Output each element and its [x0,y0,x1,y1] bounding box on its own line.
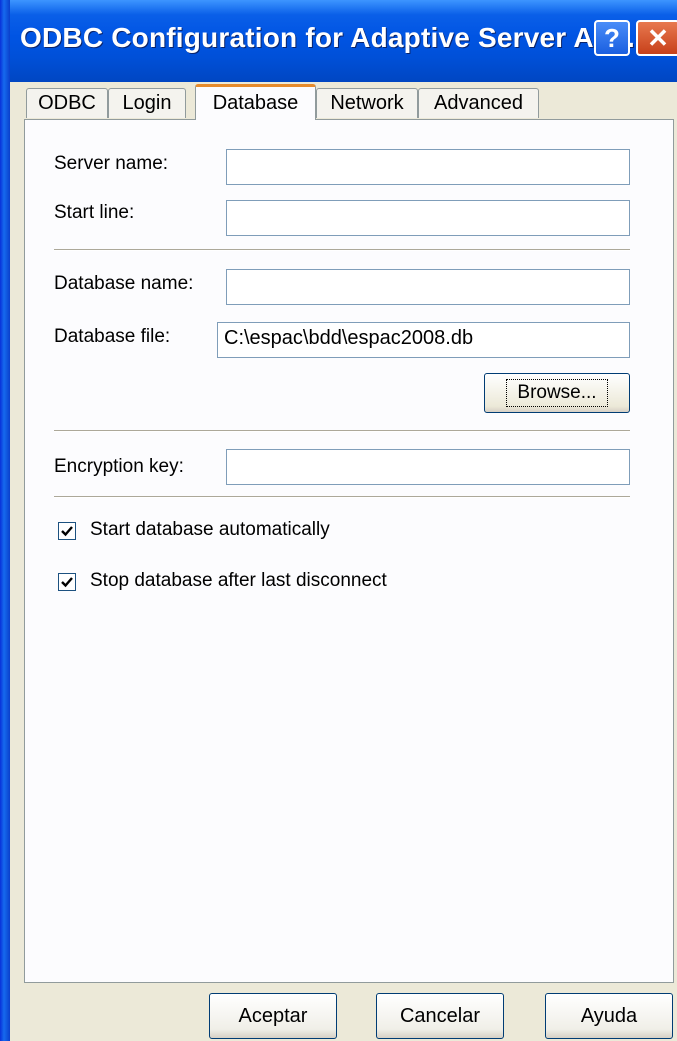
server-name-input[interactable] [226,149,630,185]
tab-odbc[interactable]: ODBC [26,88,108,118]
stop-after-checkbox[interactable] [58,573,76,591]
title-bar[interactable]: ODBC Configuration for Adaptive Server A… [0,0,677,82]
close-icon: ✕ [647,22,669,53]
database-name-input[interactable] [226,269,630,305]
tab-advanced[interactable]: Advanced [418,88,539,118]
start-line-input[interactable] [226,200,630,236]
start-auto-checkbox[interactable] [58,522,76,540]
close-button[interactable]: ✕ [636,20,677,56]
tab-network-label: Network [330,92,404,114]
encryption-key-label: Encryption key: [54,456,184,477]
server-name-label: Server name: [54,153,169,174]
tab-odbc-label: ODBC [38,92,96,114]
database-file-label: Database file: [54,326,171,347]
database-name-label: Database name: [54,273,194,294]
cancel-button[interactable]: Cancelar [376,993,504,1039]
help-dialog-button[interactable]: Ayuda [545,993,673,1039]
window-title: ODBC Configuration for Adaptive Server A… [20,22,635,53]
encryption-key-input[interactable] [226,449,630,485]
tab-advanced-label: Advanced [434,92,523,114]
browse-button-label: Browse... [506,379,608,407]
tab-login[interactable]: Login [108,88,186,118]
separator [54,249,630,251]
tab-database[interactable]: Database [195,84,316,120]
help-icon: ? [604,22,620,53]
checkmark-icon [61,577,73,588]
cancel-button-label: Cancelar [399,1004,481,1027]
start-auto-label[interactable]: Start database automatically [90,519,330,541]
database-tab-panel: Server name: Start line: Database name: … [24,119,674,983]
database-file-input[interactable]: C:\espac\bdd\espac2008.db [217,322,630,358]
separator [54,430,630,432]
stop-after-label[interactable]: Stop database after last disconnect [90,570,387,592]
help-dialog-button-label: Ayuda [580,1004,638,1027]
tab-database-label: Database [212,92,299,114]
help-button[interactable]: ? [594,20,630,56]
odbc-config-dialog: ODBC Configuration for Adaptive Server A… [0,0,677,1041]
browse-button[interactable]: Browse... [484,373,630,413]
dialog-client-area: ODBC Login Database Network Advanced Ser… [10,82,677,1041]
window-frame-left [0,0,10,1041]
tab-login-label: Login [122,92,172,114]
ok-button-label: Aceptar [238,1004,308,1027]
tab-network[interactable]: Network [316,88,418,118]
start-line-label: Start line: [54,202,135,223]
ok-button[interactable]: Aceptar [209,993,337,1039]
separator [54,496,630,498]
checkmark-icon [61,526,73,537]
